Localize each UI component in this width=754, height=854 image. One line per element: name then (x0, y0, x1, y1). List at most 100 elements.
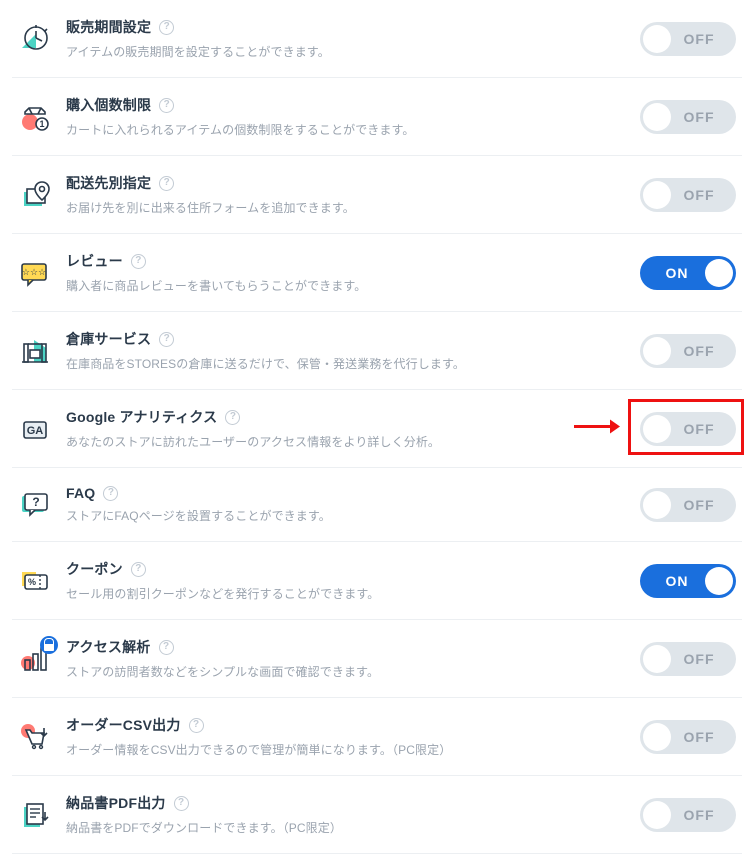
order-csv-icon (18, 720, 52, 754)
toggle-knob (705, 567, 733, 595)
help-icon[interactable]: ? (174, 796, 189, 811)
help-icon[interactable]: ? (225, 410, 240, 425)
setting-content: クーポン? セール用の割引クーポンなどを発行することができます。 (66, 559, 640, 602)
help-icon[interactable]: ? (159, 20, 174, 35)
setting-title[interactable]: FAQ (66, 485, 95, 501)
setting-row-faq: ? FAQ? ストアにFAQページを設置することができます。 OFF (12, 468, 742, 542)
help-icon[interactable]: ? (159, 176, 174, 191)
toggle-knob (643, 491, 671, 519)
toggle-knob (643, 723, 671, 751)
svg-text:?: ? (32, 495, 39, 509)
setting-content: 納品書PDF出力? 納品書をPDFでダウンロードできます。（PC限定） (66, 793, 640, 836)
toggle-knob (643, 103, 671, 131)
setting-description: 購入者に商品レビューを書いてもらうことができます。 (66, 277, 640, 294)
purchase-limit-icon: 1 (18, 100, 52, 134)
setting-title[interactable]: Google アナリティクス (66, 407, 217, 427)
toggle-knob (643, 181, 671, 209)
setting-row-warehouse: 倉庫サービス?在庫商品をSTORESの倉庫に送るだけで、保管・発送業務を代行しま… (12, 312, 742, 390)
setting-content: 購入個数制限? カートに入れられるアイテムの個数制限をすることができます。 (66, 95, 640, 138)
setting-title[interactable]: 販売期間設定 (66, 17, 151, 37)
setting-description: オーダー情報をCSV出力できるので管理が簡単になります。（PC限定） (66, 741, 640, 758)
toggle-label: ON (643, 265, 705, 281)
setting-title[interactable]: レビュー (66, 251, 123, 271)
toggle-review[interactable]: ON (640, 256, 736, 290)
svg-text:GA: GA (27, 425, 44, 437)
setting-row-sales-period: 販売期間設定? アイテムの販売期間を設定することができます。 OFF (12, 0, 742, 78)
toggle-invoice-pdf[interactable]: OFF (640, 798, 736, 832)
setting-description: お届け先を別に出来る住所フォームを追加できます。 (66, 199, 640, 216)
toggle-shipping-address[interactable]: OFF (640, 178, 736, 212)
review-icon: ☆☆☆ (18, 256, 52, 290)
toggle-label: OFF (671, 343, 733, 359)
toggle-label: OFF (671, 807, 733, 823)
help-icon[interactable]: ? (159, 98, 174, 113)
setting-content: アクセス解析? ストアの訪問者数などをシンプルな画面で確認できます。 (66, 637, 640, 680)
setting-title[interactable]: オーダーCSV出力 (66, 715, 181, 735)
toggle-order-csv[interactable]: OFF (640, 720, 736, 754)
toggle-knob (643, 337, 671, 365)
setting-content: 倉庫サービス?在庫商品をSTORESの倉庫に送るだけで、保管・発送業務を代行しま… (66, 329, 640, 372)
setting-row-access-analysis: アクセス解析? ストアの訪問者数などをシンプルな画面で確認できます。OFF (12, 620, 742, 698)
toggle-label: OFF (671, 109, 733, 125)
setting-row-review: ☆☆☆ レビュー? 購入者に商品レビューを書いてもらうことができます。ON (12, 234, 742, 312)
toggle-label: OFF (671, 31, 733, 47)
setting-content: 販売期間設定? アイテムの販売期間を設定することができます。 (66, 17, 640, 60)
help-icon[interactable]: ? (131, 562, 146, 577)
access-analysis-icon (18, 642, 52, 676)
toggle-label: OFF (671, 497, 733, 513)
help-icon[interactable]: ? (103, 486, 118, 501)
help-icon[interactable]: ? (159, 640, 174, 655)
setting-description: セール用の割引クーポンなどを発行することができます。 (66, 585, 640, 602)
setting-title[interactable]: 配送先別指定 (66, 173, 151, 193)
coupon-icon: % (18, 564, 52, 598)
setting-content: 配送先別指定? お届け先を別に出来る住所フォームを追加できます。 (66, 173, 640, 216)
toggle-knob (643, 801, 671, 829)
google-analytics-icon: GA (18, 412, 52, 446)
help-icon[interactable]: ? (159, 332, 174, 347)
shipping-address-icon (18, 178, 52, 212)
setting-title[interactable]: アクセス解析 (66, 637, 151, 657)
setting-description: ストアにFAQページを設置することができます。 (66, 507, 640, 524)
help-icon[interactable]: ? (189, 718, 204, 733)
setting-row-coupon: % クーポン? セール用の割引クーポンなどを発行することができます。ON (12, 542, 742, 620)
setting-title[interactable]: 倉庫サービス (66, 329, 151, 349)
setting-content: レビュー? 購入者に商品レビューを書いてもらうことができます。 (66, 251, 640, 294)
setting-description: アイテムの販売期間を設定することができます。 (66, 43, 640, 60)
toggle-coupon[interactable]: ON (640, 564, 736, 598)
setting-description: 納品書をPDFでダウンロードできます。（PC限定） (66, 819, 640, 836)
toggle-sales-period[interactable]: OFF (640, 22, 736, 56)
svg-text:☆☆☆: ☆☆☆ (22, 267, 46, 277)
help-icon[interactable]: ? (131, 254, 146, 269)
setting-row-shipping-address: 配送先別指定? お届け先を別に出来る住所フォームを追加できます。 OFF (12, 156, 742, 234)
toggle-label: OFF (671, 421, 733, 437)
toggle-google-analytics[interactable]: OFF (640, 412, 736, 446)
toggle-knob (643, 25, 671, 53)
toggle-faq[interactable]: OFF (640, 488, 736, 522)
setting-row-invoice-pdf: 納品書PDF出力? 納品書をPDFでダウンロードできます。（PC限定） OFF (12, 776, 742, 854)
setting-description: カートに入れられるアイテムの個数制限をすることができます。 (66, 121, 640, 138)
setting-row-purchase-limit: 1 購入個数制限? カートに入れられるアイテムの個数制限をすることができます。 OFF (12, 78, 742, 156)
setting-title[interactable]: 納品書PDF出力 (66, 793, 166, 813)
toggle-purchase-limit[interactable]: OFF (640, 100, 736, 134)
setting-description: ストアの訪問者数などをシンプルな画面で確認できます。 (66, 663, 640, 680)
svg-text:1: 1 (39, 119, 44, 129)
setting-description: あなたのストアに訪れたユーザーのアクセス情報をより詳しく分析。 (66, 433, 640, 450)
warehouse-icon (18, 334, 52, 368)
faq-icon: ? (18, 488, 52, 522)
lock-icon (40, 636, 58, 654)
toggle-knob (643, 645, 671, 673)
setting-title[interactable]: 購入個数制限 (66, 95, 151, 115)
setting-title[interactable]: クーポン (66, 559, 123, 579)
toggle-label: ON (643, 573, 705, 589)
svg-text:%: % (28, 577, 36, 587)
toggle-label: OFF (671, 729, 733, 745)
sales-period-icon (18, 22, 52, 56)
setting-content: オーダーCSV出力? オーダー情報をCSV出力できるので管理が簡単になります。（P… (66, 715, 640, 758)
toggle-warehouse[interactable]: OFF (640, 334, 736, 368)
setting-row-google-analytics: GA Google アナリティクス? あなたのストアに訪れたユーザーのアクセス情報を… (12, 390, 742, 468)
invoice-pdf-icon (18, 798, 52, 832)
arrow-icon (572, 416, 620, 441)
toggle-label: OFF (671, 187, 733, 203)
toggle-knob (705, 259, 733, 287)
toggle-access-analysis[interactable]: OFF (640, 642, 736, 676)
